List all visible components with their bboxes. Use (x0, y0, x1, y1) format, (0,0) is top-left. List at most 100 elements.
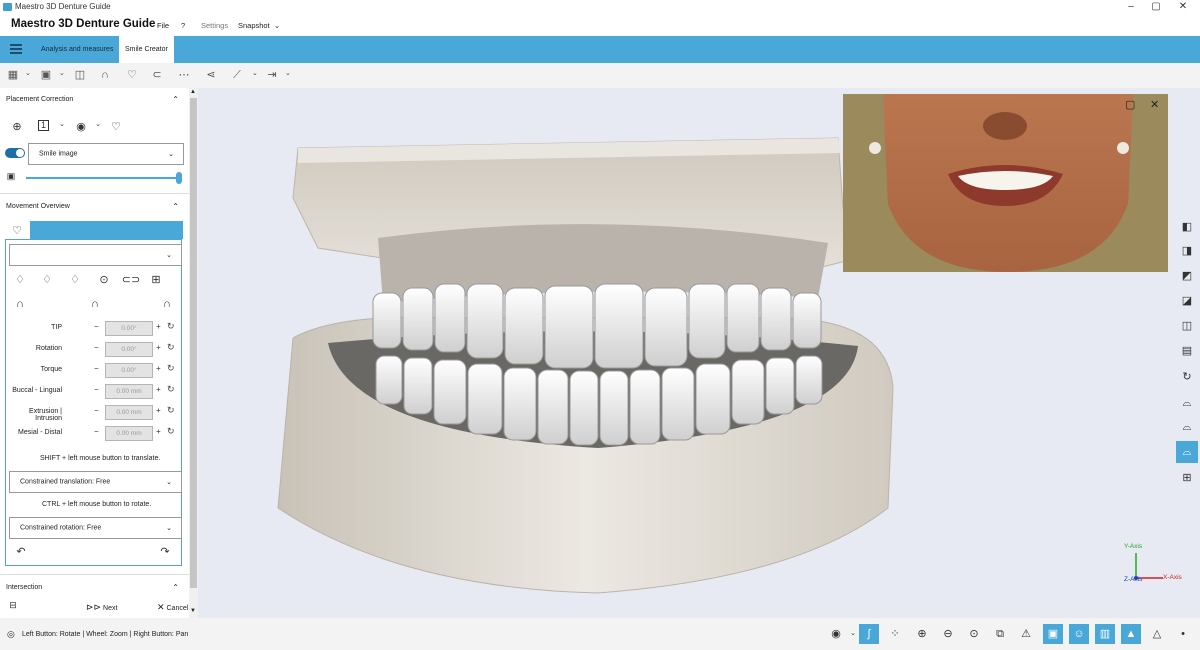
reset-icon[interactable]: ↻ (167, 321, 175, 332)
decrement-button[interactable]: − (94, 343, 99, 352)
movement-value-input[interactable]: 0.00 mm (105, 384, 153, 399)
zoom-out-icon[interactable]: ⊖ (938, 624, 958, 644)
restore-button[interactable]: ▢ (1146, 0, 1166, 14)
panel-icon[interactable]: ⊟ (6, 600, 20, 611)
menu-help[interactable]: ? (181, 21, 185, 30)
view-back-cube-icon[interactable]: ◨ (1176, 240, 1198, 262)
cancel-button[interactable]: ✕ Cancel (157, 602, 188, 613)
tooth-b-icon[interactable]: ♢ (68, 273, 82, 286)
grid-icon[interactable]: ⊞ (1176, 467, 1198, 489)
increment-button[interactable]: + (156, 406, 161, 415)
arch-center-icon[interactable]: ∩ (88, 298, 102, 310)
scroll-down-icon[interactable]: ▼ (190, 608, 196, 614)
increment-button[interactable]: + (156, 385, 161, 394)
smile-image-icon[interactable]: ▦ (6, 68, 20, 82)
redo-icon[interactable]: ↷ (158, 545, 172, 558)
view-left-cube-icon[interactable]: ◩ (1176, 265, 1198, 287)
tooth-b-icon[interactable]: ♢ (40, 273, 54, 286)
chevron-down-icon[interactable]: ⌄ (25, 69, 31, 77)
reset-icon[interactable]: ↻ (167, 405, 175, 416)
upper-arch-icon[interactable]: ⌓ (1176, 392, 1198, 414)
target-icon[interactable]: ⊕ (10, 120, 24, 133)
smile-photo-overlay[interactable]: ▢ ✕ (843, 94, 1168, 272)
menu-file[interactable]: File (157, 21, 169, 30)
reset-icon[interactable]: ↻ (167, 342, 175, 353)
movement-value-input[interactable]: 0.00 mm (105, 426, 153, 441)
smile-image-dropdown[interactable]: Smile image ⌄ (28, 143, 184, 165)
chevron-up-icon[interactable]: ⌃ (172, 577, 179, 599)
lower-arch-icon[interactable]: ⌓ (1176, 416, 1198, 438)
both-arches-icon[interactable]: ⌓ (1176, 441, 1198, 463)
arch-left-icon[interactable]: ∩ (13, 298, 27, 310)
decrement-button[interactable]: − (94, 322, 99, 331)
decrement-button[interactable]: − (94, 406, 99, 415)
center-target-icon[interactable]: ⊙ (97, 273, 111, 286)
menu-settings[interactable]: Settings (201, 21, 228, 30)
arch-right-icon[interactable]: ∩ (160, 298, 174, 310)
center-target-icon[interactable]: ⊙ (964, 624, 984, 644)
placement-correction-header[interactable]: Placement Correction ⌃ (0, 89, 189, 111)
number-badge-icon[interactable]: 1 (38, 120, 49, 131)
intersection-header[interactable]: Intersection ⌃ (0, 577, 189, 599)
close-button[interactable]: ✕ (1173, 0, 1193, 14)
close-photo-icon[interactable]: ✕ (1150, 98, 1159, 111)
tooth-b-icon[interactable]: ♢ (13, 273, 27, 286)
reset-icon[interactable]: ↻ (167, 363, 175, 374)
tab-analysis-and-measures[interactable]: Analysis and measures (35, 36, 119, 63)
face-icon[interactable]: ☺ (1069, 624, 1089, 644)
tooth-icon[interactable]: ♡ (125, 68, 139, 82)
tooth-icon[interactable]: ♡ (109, 120, 123, 133)
scroll-up-icon[interactable]: ▲ (190, 89, 196, 95)
menu-snapshot[interactable]: Snapshot (238, 21, 270, 30)
next-button[interactable]: ⊳⊳ Next (86, 602, 117, 613)
increment-button[interactable]: + (156, 343, 161, 352)
dot-icon[interactable]: • (1173, 624, 1193, 644)
opacity-slider-thumb[interactable] (176, 172, 182, 184)
export-icon[interactable]: ⇥ (265, 68, 279, 82)
movement-value-input[interactable]: 0.00° (105, 342, 153, 357)
triangle-filled-icon[interactable]: ▲ (1121, 624, 1141, 644)
dentition-icon[interactable]: ⋯ (177, 68, 191, 82)
reset-icon[interactable]: ↻ (167, 384, 175, 395)
view-bottom-cube-icon[interactable]: ▤ (1176, 340, 1198, 362)
view-right-cube-icon[interactable]: ◪ (1176, 290, 1198, 312)
tooth-tab-selected[interactable] (30, 221, 183, 239)
decrement-button[interactable]: − (94, 364, 99, 373)
view-top-cube-icon[interactable]: ◫ (1176, 315, 1198, 337)
reset-icon[interactable]: ↻ (167, 426, 175, 437)
movement-value-input[interactable]: 0.00° (105, 363, 153, 378)
rotate-view-icon[interactable]: ↻ (1176, 366, 1198, 388)
decrement-button[interactable]: − (94, 427, 99, 436)
scrollbar-thumb[interactable] (190, 98, 197, 588)
undo-icon[interactable]: ↶ (14, 545, 28, 558)
chevron-up-icon[interactable]: ⌃ (172, 196, 179, 218)
path-tool-icon[interactable]: ∫ (859, 624, 879, 644)
chevron-down-icon[interactable]: ⌄ (91, 120, 105, 128)
tooth-icon[interactable]: ♡ (10, 224, 24, 237)
view-front-cube-icon[interactable]: ◧ (1176, 216, 1198, 238)
increment-button[interactable]: + (156, 322, 161, 331)
hamburger-menu-icon[interactable] (10, 44, 22, 54)
copy-icon[interactable]: ⧉ (990, 624, 1010, 644)
dentition-icon[interactable]: ▥ (1095, 624, 1115, 644)
movement-value-input[interactable]: 0.00° (105, 321, 153, 336)
movement-value-input[interactable]: 0.00 mm (105, 405, 153, 420)
chart-icon[interactable]: ⟋ (230, 68, 244, 82)
grid-icon[interactable]: ⊞ (149, 273, 163, 286)
snapshot-chevron-down-icon[interactable]: ⌄ (274, 21, 280, 30)
gum-icon[interactable]: ⊂ (150, 68, 164, 82)
arch-icon[interactable]: ∩ (98, 68, 112, 82)
chevron-down-icon[interactable]: ⌄ (55, 120, 69, 128)
chevron-down-icon[interactable]: ⌄ (59, 69, 65, 77)
tooth-select-dropdown[interactable]: ⌄ (9, 244, 182, 266)
chevron-down-icon[interactable]: ⌄ (285, 69, 291, 77)
tree-icon[interactable]: ⋖ (204, 68, 218, 82)
toggle-switch-icon[interactable]: ⊂⊃ (120, 273, 142, 286)
image-icon[interactable]: ▣ (1043, 624, 1063, 644)
smile-image-toggle[interactable] (5, 148, 25, 158)
increment-button[interactable]: + (156, 364, 161, 373)
warning-icon[interactable]: ⚠ (1016, 624, 1036, 644)
points-icon[interactable]: ⁘ (885, 624, 905, 644)
face-image-icon[interactable]: ▣ (39, 68, 53, 82)
triangle-outline-icon[interactable]: △ (1147, 624, 1167, 644)
